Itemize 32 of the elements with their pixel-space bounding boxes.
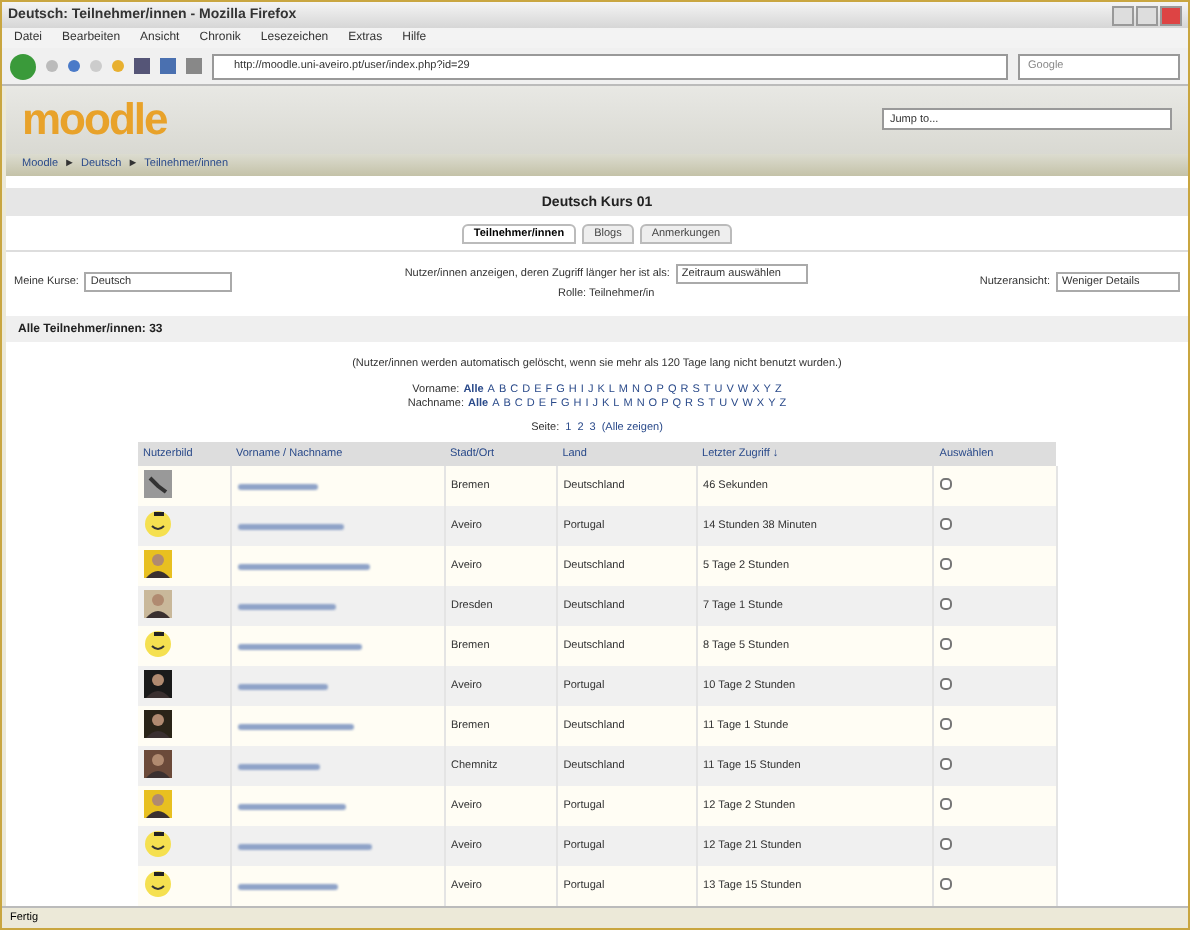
select-checkbox[interactable] (940, 718, 953, 730)
select-checkbox[interactable] (940, 798, 953, 810)
blurred-name (237, 523, 343, 529)
reload-button[interactable] (68, 60, 80, 72)
select-checkbox[interactable] (940, 838, 953, 850)
smiley-icon (143, 510, 171, 538)
minimize-button[interactable] (1112, 5, 1134, 25)
smiley-icon (143, 630, 171, 658)
select-checkbox[interactable] (940, 598, 953, 610)
blurred-name (237, 763, 319, 769)
select-checkbox[interactable] (940, 878, 953, 890)
maximize-button[interactable] (1136, 5, 1158, 25)
blurred-name (237, 843, 371, 849)
blurred-name (237, 643, 361, 649)
back-button[interactable] (10, 53, 36, 79)
select-checkbox[interactable] (940, 638, 953, 650)
select-checkbox[interactable] (940, 518, 953, 530)
select-checkbox[interactable] (940, 558, 953, 570)
select-checkbox[interactable] (940, 758, 953, 770)
blurred-name (237, 563, 369, 569)
blurred-name (237, 603, 335, 609)
select-checkbox[interactable] (940, 478, 953, 490)
select-checkbox[interactable] (940, 678, 953, 690)
blurred-name (237, 723, 353, 729)
smiley-icon (143, 870, 171, 898)
blurred-name (237, 803, 345, 809)
close-button[interactable] (1160, 5, 1182, 25)
blurred-name (237, 483, 317, 489)
blurred-name (237, 883, 337, 889)
smiley-icon (143, 830, 171, 858)
blurred-name (237, 683, 327, 689)
logo: moodle (22, 93, 167, 146)
